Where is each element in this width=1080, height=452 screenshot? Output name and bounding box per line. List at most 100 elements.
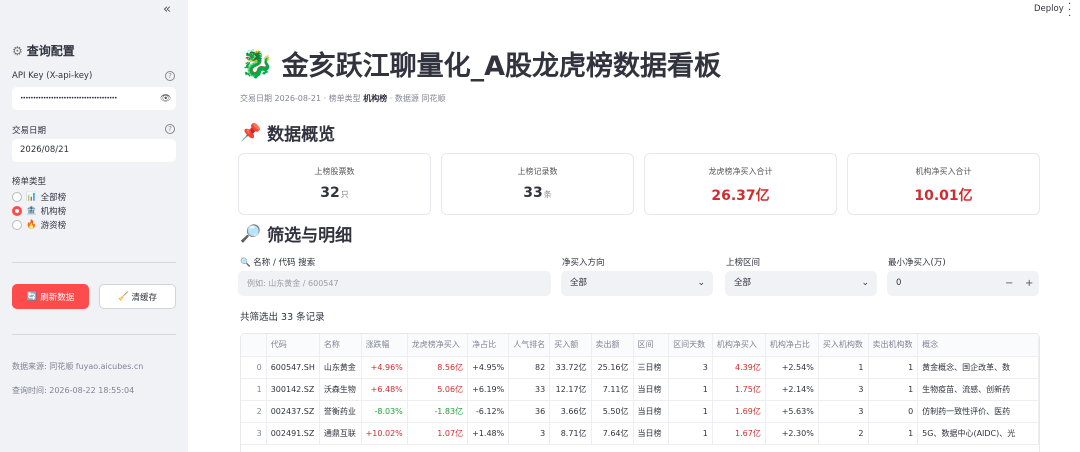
api-key-label: API Key (X-api-key): [12, 71, 93, 81]
collapse-sidebar-icon[interactable]: «: [158, 2, 176, 18]
column-header[interactable]: 卖出额: [591, 334, 634, 357]
fire-icon: 🔥: [26, 220, 37, 230]
cell-sell-inst: 1: [868, 378, 919, 401]
column-header[interactable]: 买入额: [549, 334, 592, 357]
magnifier-icon: 🔎: [240, 223, 262, 244]
cell-code: 002491.SZ: [266, 422, 320, 445]
column-header[interactable]: 龙虎榜净买入: [407, 334, 469, 357]
cell-buy-inst: 3: [818, 378, 869, 401]
table-row[interactable]: 2 002437.SZ 誉衡药业 -8.03% -1.83亿 -6.12% 36…: [241, 400, 1039, 423]
cell-inst-net: 1.75亿: [712, 378, 766, 401]
column-header[interactable]: 涨跌幅: [361, 334, 408, 357]
metric-label: 龙虎榜净买入合计: [708, 167, 773, 176]
column-header[interactable]: 概念: [917, 334, 1039, 357]
interval-select[interactable]: 全部 ⌄: [725, 271, 877, 296]
cell-net-ratio: -6.12%: [467, 400, 510, 423]
overview-heading: 📌 数据概览: [240, 120, 336, 146]
deploy-button[interactable]: Deploy: [1034, 4, 1064, 14]
metric-card-institution-net-buy: 机构净买入合计 10.01亿: [847, 153, 1040, 215]
direction-select[interactable]: 全部 ⌄: [561, 271, 713, 296]
column-header[interactable]: 净占比: [467, 334, 510, 357]
chevron-down-icon: ⌄: [861, 278, 869, 288]
table-row[interactable]: 0 600547.SH 山东黄金 +4.96% 8.56亿 +4.95% 82 …: [241, 356, 1039, 379]
table-row[interactable]: 3 002491.SZ 通鼎互联 +10.02% 1.07亿 +1.48% 3 …: [241, 422, 1039, 445]
radio-button[interactable]: [12, 220, 22, 230]
metric-card-stocks: 上榜股票数 32只: [238, 153, 431, 215]
search-input[interactable]: 例如: 山东黄金 / 600547: [238, 271, 551, 296]
column-header[interactable]: 代码: [266, 334, 320, 357]
radio-all-list[interactable]: 📊 全部榜: [12, 191, 66, 203]
caption-type: 机构榜: [363, 94, 388, 103]
help-icon[interactable]: ?: [165, 124, 175, 134]
page-title-text: 金亥跃江聊量化_A股龙虎榜数据看板: [281, 51, 722, 82]
broom-icon: 🧹: [117, 291, 129, 302]
cell-name: 山东黄金: [319, 356, 362, 379]
radio-institution-list[interactable]: 🏦 机构榜: [12, 205, 66, 217]
metric-card-records: 上榜记录数 33条: [441, 153, 634, 215]
help-icon[interactable]: ?: [165, 71, 175, 81]
plus-icon[interactable]: +: [1025, 271, 1033, 296]
column-header[interactable]: 区间: [633, 334, 670, 357]
metric-unit: 条: [543, 190, 552, 199]
date-label: 交易日期: [12, 126, 47, 136]
cell-net-buy: 1.07亿: [407, 422, 469, 445]
filter-heading: 🔎 筛选与明细: [240, 221, 353, 247]
cell-name: 誉衡药业: [319, 400, 362, 423]
cell-interval: 当日榜: [633, 378, 670, 401]
clear-cache-button[interactable]: 🧹 清缓存: [99, 284, 176, 309]
metric-number: 33: [523, 185, 543, 201]
cell-rank: 3: [508, 422, 551, 445]
radio-label: 游资榜: [40, 221, 67, 231]
cell-buy: 8.71亿: [549, 422, 592, 445]
pushpin-icon: 📌: [240, 122, 262, 143]
direction-value: 全部: [570, 278, 588, 288]
column-header[interactable]: 区间天数: [668, 334, 713, 357]
cell-days: 1: [668, 422, 713, 445]
cell-index: 0: [241, 356, 267, 379]
min-net-input[interactable]: 0 − +: [887, 271, 1039, 296]
radio-button[interactable]: [12, 192, 22, 202]
min-net-value: 0: [896, 278, 902, 288]
eye-icon[interactable]: 👁: [160, 94, 171, 104]
cell-name: 通鼎互联: [319, 422, 362, 445]
filter-title: 筛选与明细: [267, 226, 353, 246]
date-input[interactable]: 2026/08/21: [12, 139, 176, 162]
radio-hot-money-list[interactable]: 🔥 游资榜: [12, 219, 66, 231]
api-key-input[interactable]: ••••••••••••••••••••••••••••••••••••••: [12, 87, 176, 110]
column-header[interactable]: 机构净占比: [765, 334, 819, 357]
cell-buy: 12.17亿: [549, 378, 592, 401]
column-header[interactable]: 卖出机构数: [868, 334, 919, 357]
column-header[interactable]: 名称: [319, 334, 362, 357]
cell-buy-inst: 1: [818, 356, 869, 379]
column-header[interactable]: 人气排名: [508, 334, 551, 357]
minus-icon[interactable]: −: [1005, 271, 1013, 296]
radio-label: 全部榜: [40, 193, 67, 203]
cell-buy: 3.66亿: [549, 400, 592, 423]
cell-inst-ratio: +5.63%: [765, 400, 819, 423]
cell-net-ratio: +4.95%: [467, 356, 510, 379]
direction-label: 净买入方向: [562, 258, 605, 268]
data-table[interactable]: 代码 名称 涨跌幅 龙虎榜净买入 净占比 人气排名 买入额 卖出额 区间 区间天…: [240, 333, 1040, 452]
refresh-data-button[interactable]: 🔄 刷新数据: [12, 284, 89, 309]
metric-value: 26.37亿: [711, 188, 770, 204]
table-row[interactable]: 1 300142.SZ 沃森生物 +6.48% 5.06亿 +6.19% 33 …: [241, 378, 1039, 401]
refresh-icon: 🔄: [26, 291, 38, 302]
caption-part: · 榜单类型: [321, 94, 364, 103]
caption-part: 交易日期: [240, 94, 275, 103]
refresh-label: 刷新数据: [40, 292, 75, 303]
cell-days: 1: [668, 400, 713, 423]
column-header[interactable]: 机构净买入: [712, 334, 766, 357]
search-label: 🔍 名称 / 代码 搜索: [240, 258, 316, 268]
cell-change: +6.48%: [361, 378, 408, 401]
page-title: 🐉 金亥跃江聊量化_A股龙虎榜数据看板: [240, 44, 721, 83]
radio-button-selected[interactable]: [12, 206, 22, 216]
overview-title: 数据概览: [267, 125, 336, 145]
column-header-index[interactable]: [241, 334, 267, 357]
column-header[interactable]: 买入机构数: [818, 334, 869, 357]
more-menu-icon[interactable]: · · ·: [1068, 0, 1071, 22]
sidebar-title-text: 查询配置: [26, 44, 75, 58]
cell-rank: 33: [508, 378, 551, 401]
bank-icon: 🏦: [26, 206, 37, 216]
cell-buy: 33.72亿: [549, 356, 592, 379]
cell-sell-inst: 1: [868, 356, 919, 379]
